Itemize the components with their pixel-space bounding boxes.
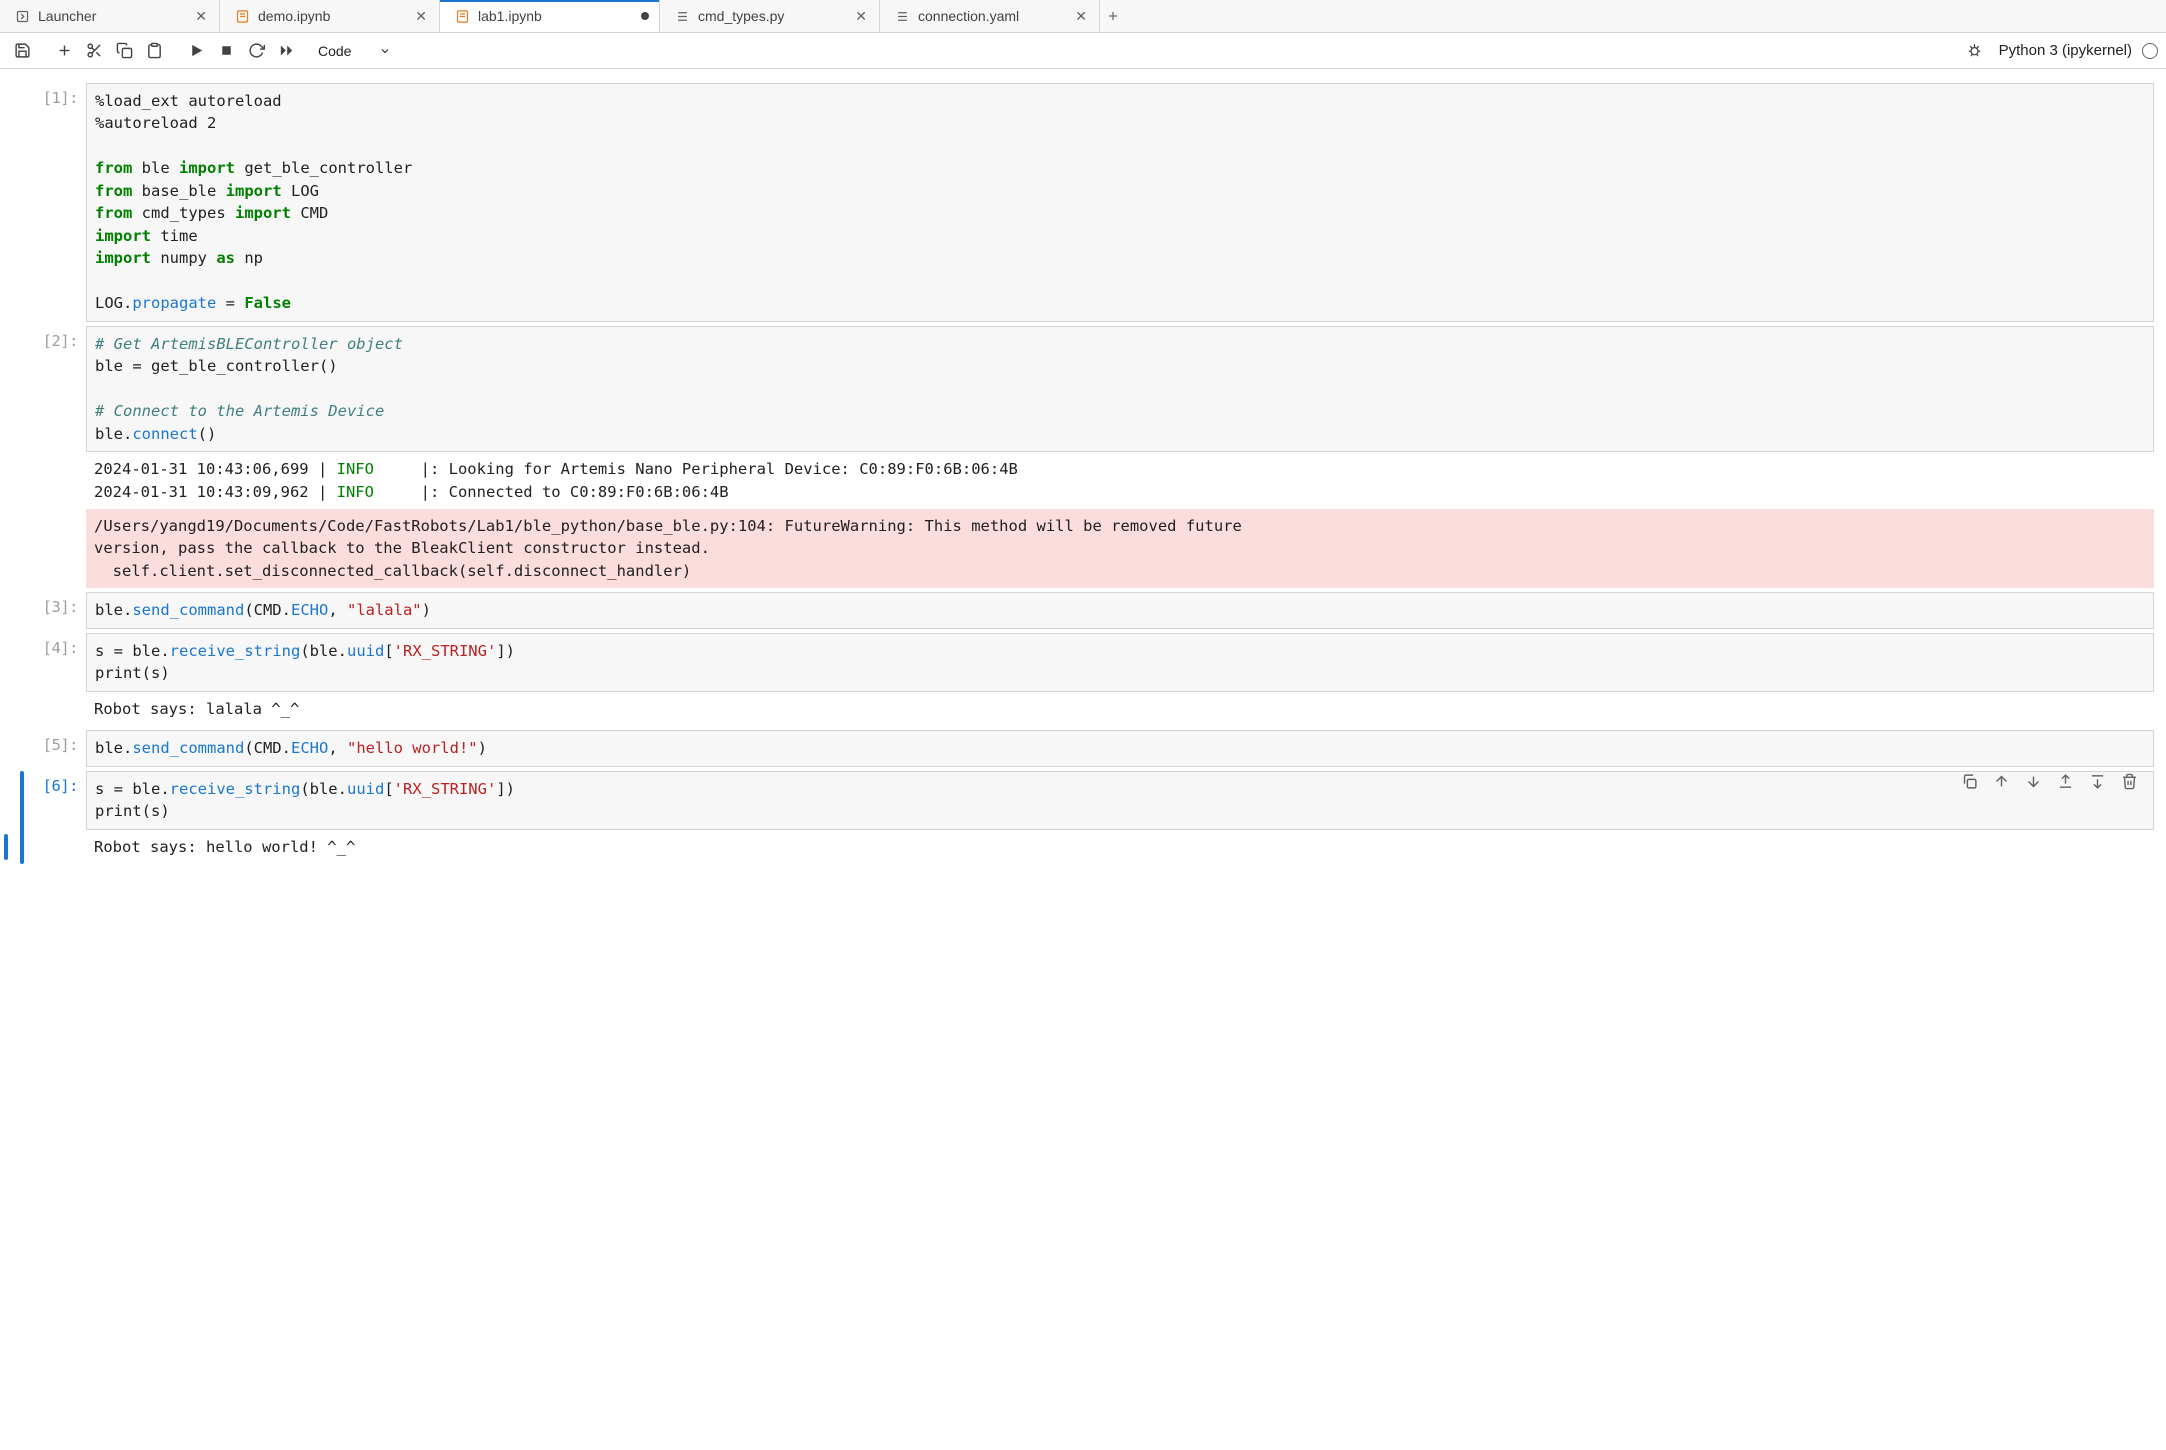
tab-demo-ipynb[interactable]: demo.ipynb ✕ [220, 0, 440, 32]
cell-output-text: Robot says: lalala ^_^ [86, 692, 2154, 726]
cell-prompt: [6]: [16, 771, 86, 864]
move-cell-up-button[interactable] [1992, 773, 2010, 791]
tab-label: demo.ipynb [258, 8, 405, 24]
move-cell-down-button[interactable] [2024, 773, 2042, 791]
cell-type-label: Code [318, 43, 351, 59]
tab-label: lab1.ipynb [478, 8, 633, 24]
cell-prompt: [2]: [16, 326, 86, 589]
run-cell-button[interactable] [182, 37, 210, 65]
cell-output-stream: 2024-01-31 10:43:06,699 | INFO |: Lookin… [86, 452, 2154, 509]
notebook-icon [234, 8, 250, 24]
notebook-icon [454, 8, 470, 24]
tab-lab1-ipynb[interactable]: lab1.ipynb [440, 0, 660, 32]
cell-output-warning: /Users/yangd19/Documents/Code/FastRobots… [86, 509, 2154, 588]
cell-selection-indicator [20, 771, 24, 864]
cell-prompt: [4]: [16, 633, 86, 726]
cell-prompt: [5]: [16, 730, 86, 766]
notebook-body: [1]:%load_ext autoreload %autoreload 2 f… [0, 69, 2166, 896]
cell-code-editor[interactable]: ble.send_command(CMD.ECHO, "lalala") [86, 592, 2154, 628]
cell-prompt: [1]: [16, 83, 86, 322]
restart-run-all-button[interactable] [272, 37, 300, 65]
tab-cmd_types-py[interactable]: cmd_types.py ✕ [660, 0, 880, 32]
kernel-status-idle-icon[interactable] [2142, 43, 2158, 59]
cell-output-text: Robot says: hello world! ^_^ [86, 830, 2154, 864]
delete-cell-button[interactable] [2120, 773, 2138, 791]
tab-label: cmd_types.py [698, 8, 845, 24]
tab-close-button[interactable]: ✕ [193, 6, 209, 27]
cell-code-editor[interactable]: s = ble.receive_string(ble.uuid['RX_STRI… [86, 633, 2154, 692]
debugger-button[interactable] [1961, 37, 1989, 65]
cell-code-editor[interactable]: ble.send_command(CMD.ECHO, "hello world!… [86, 730, 2154, 766]
interrupt-kernel-button[interactable] [212, 37, 240, 65]
output-selection-indicator [4, 834, 8, 860]
tab-label: connection.yaml [918, 8, 1065, 24]
insert-cell-below-button[interactable] [2088, 773, 2106, 791]
paste-cell-button[interactable] [140, 37, 168, 65]
code-cell[interactable]: [3]:ble.send_command(CMD.ECHO, "lalala") [16, 592, 2154, 628]
tab-dirty-indicator[interactable] [641, 12, 649, 20]
code-cell[interactable]: [2]:# Get ArtemisBLEController object bl… [16, 326, 2154, 589]
tab-close-button[interactable]: ✕ [413, 6, 429, 27]
tab-bar: Launcher ✕ demo.ipynb ✕ lab1.ipynb cmd_types.… [0, 0, 2166, 33]
cell-type-select[interactable]: Code [308, 39, 397, 63]
tab-label: Launcher [38, 8, 185, 24]
notebook-toolbar: Code Python 3 (ipykernel) [0, 33, 2166, 69]
cell-action-bar [1960, 773, 2138, 791]
duplicate-cell-button[interactable] [1960, 773, 1978, 791]
yaml-icon [894, 8, 910, 24]
code-cell[interactable]: [1]:%load_ext autoreload %autoreload 2 f… [16, 83, 2154, 322]
insert-cell-button[interactable] [50, 37, 78, 65]
cell-prompt: [3]: [16, 592, 86, 628]
python-icon [674, 8, 690, 24]
kernel-name[interactable]: Python 3 (ipykernel) [1999, 42, 2132, 59]
chevron-down-icon [379, 45, 391, 57]
code-cell[interactable]: [4]:s = ble.receive_string(ble.uuid['RX_… [16, 633, 2154, 726]
tab-launcher[interactable]: Launcher ✕ [0, 0, 220, 32]
tab-close-button[interactable]: ✕ [853, 6, 869, 27]
tab-close-button[interactable]: ✕ [1073, 6, 1089, 27]
code-cell[interactable]: [5]:ble.send_command(CMD.ECHO, "hello wo… [16, 730, 2154, 766]
restart-kernel-button[interactable] [242, 37, 270, 65]
cell-code-editor[interactable]: s = ble.receive_string(ble.uuid['RX_STRI… [86, 771, 2154, 830]
code-cell[interactable]: [6]:s = ble.receive_string(ble.uuid['RX_… [16, 771, 2154, 864]
tab-connection-yaml[interactable]: connection.yaml ✕ [880, 0, 1100, 32]
cut-cell-button[interactable] [80, 37, 108, 65]
cell-code-editor[interactable]: %load_ext autoreload %autoreload 2 from … [86, 83, 2154, 322]
launcher-icon [14, 8, 30, 24]
cell-code-editor[interactable]: # Get ArtemisBLEController object ble = … [86, 326, 2154, 452]
copy-cell-button[interactable] [110, 37, 138, 65]
insert-cell-above-button[interactable] [2056, 773, 2074, 791]
tab-overflow-button[interactable] [1100, 0, 1126, 32]
save-button[interactable] [8, 37, 36, 65]
